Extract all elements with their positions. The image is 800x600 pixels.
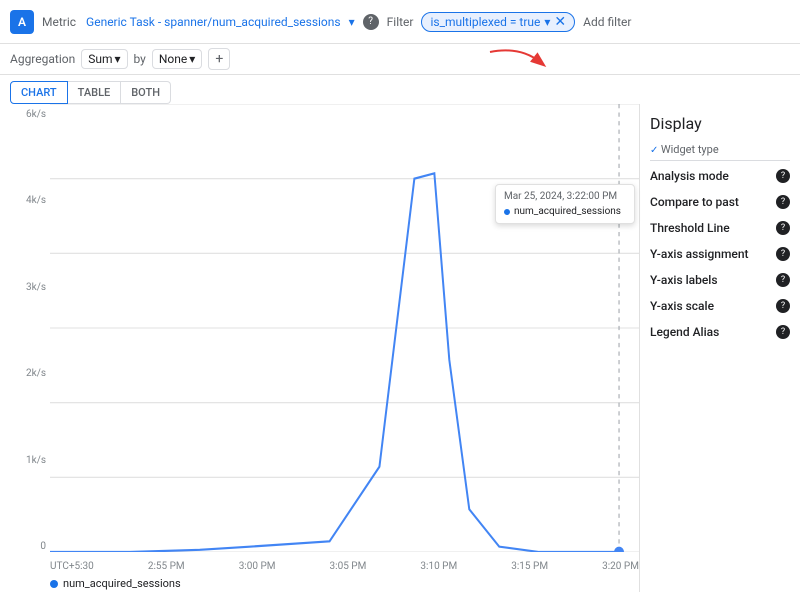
- panel-legend-alias[interactable]: Legend Alias ?: [650, 325, 790, 339]
- chart-legend: num_acquired_sessions: [50, 577, 181, 590]
- panel-y-axis-scale[interactable]: Y-axis scale ?: [650, 299, 790, 313]
- legend-dot: [50, 580, 58, 588]
- compare-to-past-label: Compare to past: [650, 195, 739, 209]
- panel-threshold-line[interactable]: Threshold Line ?: [650, 221, 790, 235]
- panel-y-axis-labels[interactable]: Y-axis labels ?: [650, 273, 790, 287]
- panel-analysis-mode[interactable]: Analysis mode ?: [650, 169, 790, 183]
- y-label-1k: 1k/s: [26, 455, 46, 466]
- widget-type-header: ✓ Widget type: [650, 143, 790, 161]
- y-axis-labels-help-icon[interactable]: ?: [776, 273, 790, 287]
- metric-dropdown-icon[interactable]: ▾: [349, 15, 355, 29]
- aggregation-label: Aggregation: [10, 52, 75, 66]
- panel-y-axis-assignment[interactable]: Y-axis assignment ?: [650, 247, 790, 261]
- filter-chip-value: is_multiplexed = true: [430, 15, 540, 29]
- filter-dropdown-icon[interactable]: ▾: [544, 15, 550, 29]
- chart-line: [50, 173, 619, 552]
- display-panel-title: Display: [650, 114, 790, 133]
- y-label-6k: 6k/s: [26, 109, 46, 120]
- y-label-2k: 2k/s: [26, 368, 46, 379]
- aggregation-bar: Aggregation Sum ▾ by None ▾ +: [0, 44, 800, 75]
- sum-selector[interactable]: Sum ▾: [81, 49, 127, 69]
- x-label-320: 3:20 PM: [602, 561, 639, 572]
- metric-label: Metric: [42, 15, 76, 29]
- x-label-300: 3:00 PM: [239, 561, 276, 572]
- by-label: by: [134, 52, 146, 66]
- compare-to-past-help-icon[interactable]: ?: [776, 195, 790, 209]
- y-axis-scale-help-icon[interactable]: ?: [776, 299, 790, 313]
- filter-chip-close-icon[interactable]: ✕: [554, 15, 566, 29]
- metric-help-icon[interactable]: ?: [363, 14, 379, 30]
- none-selector[interactable]: None ▾: [152, 49, 202, 69]
- x-label-315: 3:15 PM: [511, 561, 548, 572]
- panel-compare-to-past[interactable]: Compare to past ?: [650, 195, 790, 209]
- x-axis: UTC+5:30 2:55 PM 3:00 PM 3:05 PM 3:10 PM…: [50, 561, 639, 572]
- legend-alias-help-icon[interactable]: ?: [776, 325, 790, 339]
- y-label-3k: 3k/s: [26, 282, 46, 293]
- view-tabs: CHART TABLE BOTH: [0, 75, 800, 104]
- display-panel: Display ✓ Widget type Analysis mode ? Co…: [640, 104, 800, 592]
- filter-label: Filter: [387, 15, 414, 29]
- metric-selector[interactable]: Generic Task - spanner/num_acquired_sess…: [86, 15, 341, 29]
- sum-dropdown-icon: ▾: [114, 52, 120, 66]
- add-filter-button[interactable]: Add filter: [583, 15, 631, 29]
- chart-area: 6k/s 4k/s 3k/s 2k/s 1k/s 0 UTC: [0, 104, 640, 592]
- account-badge[interactable]: A: [10, 10, 34, 34]
- widget-type-check: ✓: [650, 145, 661, 156]
- threshold-line-label: Threshold Line: [650, 221, 730, 235]
- x-label-255: 2:55 PM: [148, 561, 185, 572]
- filter-chip[interactable]: is_multiplexed = true ▾ ✕: [421, 12, 575, 32]
- y-axis-labels-label: Y-axis labels: [650, 273, 718, 287]
- line-chart: [50, 104, 639, 552]
- sum-value: Sum: [88, 52, 112, 66]
- main-area: 6k/s 4k/s 3k/s 2k/s 1k/s 0 UTC: [0, 104, 800, 592]
- y-label-4k: 4k/s: [26, 195, 46, 206]
- analysis-mode-help-icon[interactable]: ?: [776, 169, 790, 183]
- tab-chart[interactable]: CHART: [10, 81, 68, 104]
- y-label-0: 0: [40, 541, 46, 552]
- x-label-utc: UTC+5:30: [50, 561, 94, 572]
- y-axis-scale-label: Y-axis scale: [650, 299, 714, 313]
- x-label-305: 3:05 PM: [330, 561, 367, 572]
- none-value: None: [159, 52, 187, 66]
- analysis-mode-label: Analysis mode: [650, 169, 729, 183]
- y-axis-assignment-help-icon[interactable]: ?: [776, 247, 790, 261]
- tab-both[interactable]: BOTH: [121, 81, 171, 104]
- top-bar: A Metric Generic Task - spanner/num_acqu…: [0, 0, 800, 44]
- tab-table[interactable]: TABLE: [68, 81, 122, 104]
- legend-text: num_acquired_sessions: [63, 577, 181, 590]
- none-dropdown-icon: ▾: [189, 52, 195, 66]
- chart-end-dot: [614, 547, 624, 552]
- y-axis-assignment-label: Y-axis assignment: [650, 247, 749, 261]
- y-axis: 6k/s 4k/s 3k/s 2k/s 1k/s 0: [0, 104, 50, 552]
- threshold-line-help-icon[interactable]: ?: [776, 221, 790, 235]
- x-label-310: 3:10 PM: [420, 561, 457, 572]
- add-aggregation-button[interactable]: +: [208, 48, 230, 70]
- legend-alias-label: Legend Alias: [650, 325, 719, 339]
